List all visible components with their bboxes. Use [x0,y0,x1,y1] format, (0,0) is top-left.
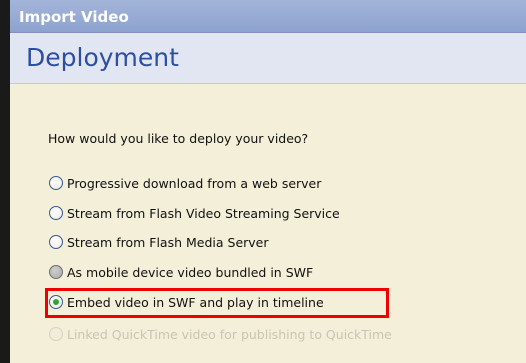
option-flash-media-server[interactable]: Stream from Flash Media Server [49,233,269,251]
section-header: Deployment [10,33,526,84]
radio-icon[interactable] [49,176,63,190]
option-progressive-download[interactable]: Progressive download from a web server [49,174,321,192]
option-mobile-device-video[interactable]: As mobile device video bundled in SWF [49,263,313,281]
option-label: Stream from Flash Media Server [67,234,269,250]
radio-icon[interactable] [49,265,63,279]
option-label: Linked QuickTime video for publishing to… [67,326,392,342]
radio-icon[interactable] [49,235,63,249]
section-heading: Deployment [26,43,179,72]
option-label: Stream from Flash Video Streaming Servic… [67,205,340,221]
option-linked-quicktime: Linked QuickTime video for publishing to… [49,325,392,343]
highlight-box [45,288,389,318]
deploy-question: How would you like to deploy your video? [48,131,309,146]
radio-disabled-icon [49,327,63,341]
radio-icon[interactable] [49,206,63,220]
option-label: As mobile device video bundled in SWF [67,264,314,280]
option-flash-video-streaming-service[interactable]: Stream from Flash Video Streaming Servic… [49,204,340,222]
window-title: Import Video [19,8,129,26]
option-label: Progressive download from a web server [67,175,322,191]
title-bar[interactable]: Import Video [10,0,526,33]
